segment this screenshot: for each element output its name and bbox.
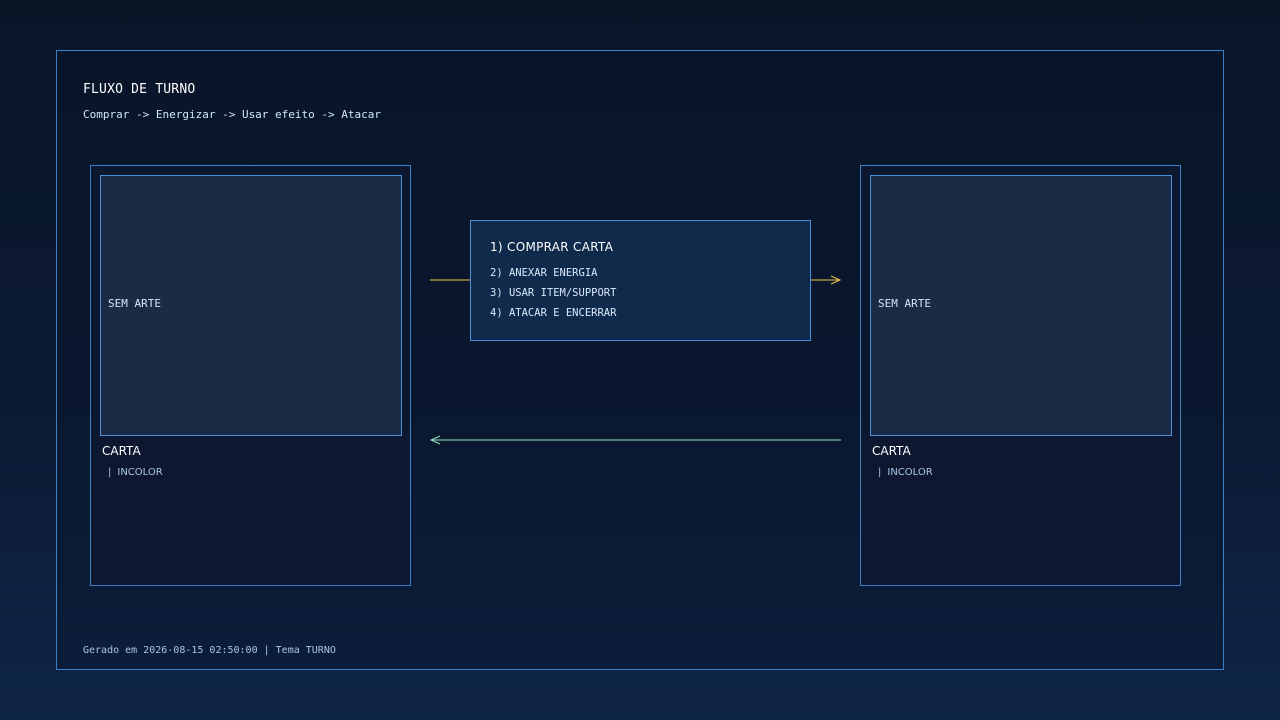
step-1-label: 1) COMPRAR CARTA: [490, 240, 614, 254]
card-type-label: INCOLOR: [887, 467, 933, 478]
card-type-separator: |: [878, 467, 882, 478]
step-3-label: 3) USAR ITEM/SUPPORT: [490, 287, 617, 299]
card-name: CARTA: [102, 444, 141, 458]
card-type-separator: |: [108, 467, 112, 478]
card-art-placeholder: SEM ARTE: [100, 175, 402, 436]
footer-generated-info: Gerado em 2026-08-15 02:50:00 | Tema TUR…: [83, 645, 336, 656]
card-type: | INCOLOR: [878, 467, 933, 478]
card-art-placeholder: SEM ARTE: [870, 175, 1172, 436]
card-type: | INCOLOR: [108, 467, 163, 478]
step-2-label: 2) ANEXAR ENERGIA: [490, 267, 598, 279]
card-left: SEM ARTE CARTA | INCOLOR: [90, 165, 411, 586]
art-placeholder-label: SEM ARTE: [108, 297, 161, 310]
diagram-title: FLUXO DE TURNO: [83, 82, 196, 97]
card-right: SEM ARTE CARTA | INCOLOR: [860, 165, 1181, 586]
turn-steps-box: 1) COMPRAR CARTA 2) ANEXAR ENERGIA 3) US…: [470, 220, 811, 341]
card-name: CARTA: [872, 444, 911, 458]
art-placeholder-label: SEM ARTE: [878, 297, 931, 310]
diagram-subtitle: Comprar -> Energizar -> Usar efeito -> A…: [83, 108, 382, 121]
step-4-label: 4) ATACAR E ENCERRAR: [490, 307, 617, 319]
card-type-label: INCOLOR: [117, 467, 163, 478]
